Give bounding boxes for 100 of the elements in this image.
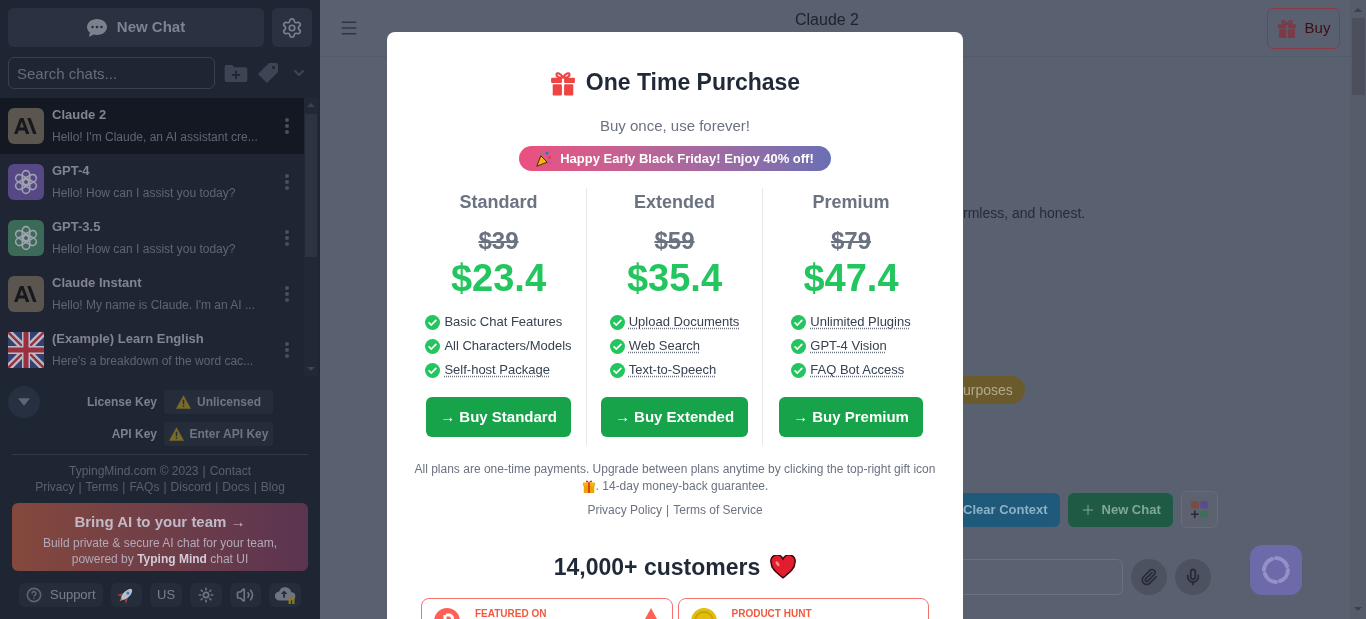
feature-text: Upload Documents [628, 313, 740, 332]
copyright-text: TypingMind.com © 2023 [68, 463, 199, 479]
chat-bubble-icon [86, 18, 107, 37]
chat-preview: Here's a breakdown of the word cac... [52, 353, 255, 369]
feature-text: Self-host Package [444, 361, 550, 380]
party-popper-icon [536, 150, 553, 167]
original-price: $79 [830, 227, 871, 255]
page-scrollbar[interactable] [1350, 0, 1366, 619]
new-chat-action-button[interactable]: New Chat [1067, 492, 1173, 527]
link-separator: | [162, 479, 168, 495]
feature-text: Text-to-Speech [628, 361, 717, 380]
theme-button[interactable] [189, 583, 222, 607]
footer-link[interactable]: Contact [209, 463, 252, 479]
team-promo-card[interactable]: Bring AI to your team → Build private & secure AI chat for your team, powered by Typing Mind chat UI [12, 503, 308, 571]
footer-link[interactable]: Terms [85, 479, 119, 495]
feature-text: Unlimited Plugins [810, 313, 911, 332]
buy-button[interactable]: Buy [1267, 7, 1340, 49]
tag-icon[interactable] [258, 63, 278, 83]
flag-icon [8, 332, 44, 368]
assistant-widget-button[interactable] [1250, 545, 1302, 595]
promo-description: Build private & secure AI chat for your team, powered by Typing Mind chat UI [41, 535, 279, 567]
scrollbar-thumb[interactable] [305, 114, 317, 257]
footer-link[interactable]: FAQs [129, 479, 160, 495]
settings-button[interactable] [272, 8, 312, 47]
key-status-button[interactable]: Enter API Key [164, 422, 273, 446]
collapse-button[interactable] [8, 386, 40, 418]
plugins-button[interactable] [1180, 491, 1218, 528]
message-input[interactable] [963, 559, 1123, 595]
policy-link[interactable]: Privacy Policy [587, 502, 663, 519]
chat-title: GPT-3.5 [52, 219, 102, 235]
more-icon[interactable] [285, 286, 289, 302]
link-separator: | [121, 479, 127, 495]
feature-text: Basic Chat Features [444, 313, 563, 332]
check-circle-icon [609, 314, 625, 330]
check-circle-icon [791, 362, 807, 378]
microphone-icon [1184, 568, 1202, 586]
gift-icon [1276, 18, 1297, 38]
sun-icon [197, 587, 214, 603]
link-separator: | [214, 479, 220, 495]
heart-icon [770, 555, 797, 579]
policy-link[interactable]: Terms of Service [673, 502, 763, 519]
chat-preview: Hello! How can I assist you today? [52, 185, 237, 201]
plan-name: Premium [812, 191, 890, 214]
folder-plus-icon[interactable] [224, 64, 248, 82]
check-circle-icon [791, 314, 807, 330]
buy-plan-button[interactable]: → Buy Standard [426, 397, 571, 437]
footer-link[interactable]: Discord [170, 479, 212, 495]
more-icon[interactable] [285, 174, 289, 190]
upvote-triangle-icon [644, 608, 657, 619]
check-circle-icon [425, 338, 441, 354]
search-field[interactable]: Search chats... [8, 57, 215, 89]
feature-text: FAQ Bot Access [810, 361, 905, 380]
plugin-tiles-icon [1190, 501, 1208, 518]
award-label: PRODUCT HUNT [731, 609, 812, 619]
buy-plan-button[interactable]: → Buy Premium [779, 397, 923, 437]
new-chat-button[interactable]: New Chat [8, 8, 264, 47]
footer-link[interactable]: Blog [260, 479, 285, 495]
triangle-down-icon [18, 398, 30, 406]
suggestion-chip[interactable]: urposes [963, 376, 1025, 404]
sync-button[interactable] [269, 583, 301, 607]
key-status-button[interactable]: Unlicensed [164, 390, 273, 414]
buy-plan-button[interactable]: → Buy Extended [600, 397, 749, 437]
microphone-button[interactable] [1175, 559, 1211, 595]
key-label: License Key [86, 394, 157, 410]
speaker-icon [236, 586, 255, 604]
link-separator: | [252, 479, 258, 495]
more-icon[interactable] [285, 118, 289, 134]
attach-button[interactable] [1131, 559, 1167, 595]
chat-preview: Hello! I'm Claude, an AI assistant cre... [52, 129, 259, 145]
award-card[interactable]: PRODUCT HUNT [677, 598, 929, 619]
cloud-upload-icon [274, 586, 297, 604]
dialog-subtitle: Buy once, use forever! [599, 116, 751, 136]
more-icon[interactable] [285, 230, 289, 246]
warning-icon [168, 427, 184, 441]
language-button[interactable]: US [150, 583, 182, 607]
plan-name: Extended [634, 191, 715, 214]
support-button[interactable]: Support [19, 583, 103, 607]
help-icon [26, 587, 42, 603]
footer-link[interactable]: Docs [222, 479, 250, 495]
rocket-button[interactable] [110, 583, 143, 607]
award-card[interactable]: FEATURED ON [421, 598, 673, 619]
sale-price: $35.4 [626, 258, 723, 298]
menu-icon[interactable] [339, 18, 359, 38]
chat-title: Claude 2 [52, 107, 108, 123]
more-icon[interactable] [285, 342, 289, 358]
chat-list-item[interactable]: Claude 2 Hello! I'm Claude, an AI assistant cre... [0, 98, 304, 154]
plans-note-text: All plans are one-time payments. Upgrade between plans anytime by clicking the top-right gift icon [414, 462, 936, 476]
link-separator: | [77, 479, 83, 495]
clear-context-button[interactable]: Clear Context [963, 492, 1060, 527]
feature-text: Web Search [628, 337, 700, 356]
paperclip-icon [1140, 568, 1158, 586]
footer-link[interactable]: Privacy [35, 479, 75, 495]
sale-price: $47.4 [803, 258, 899, 298]
sound-button[interactable] [229, 583, 262, 607]
plan-name: Standard [459, 191, 538, 214]
check-circle-icon [791, 338, 807, 354]
chat-preview: Hello! My name is Claude. I'm an AI ... [52, 297, 257, 313]
original-price: $39 [478, 227, 519, 255]
feature-text: All Characters/Models [444, 337, 572, 356]
customers-heading: 14,000+ customers [553, 553, 761, 582]
